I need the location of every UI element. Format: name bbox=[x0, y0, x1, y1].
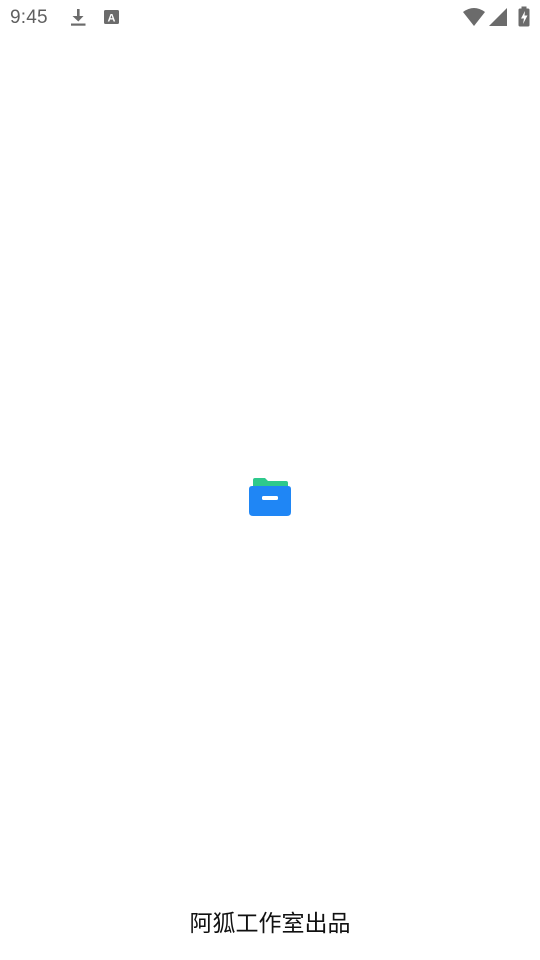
folder-icon bbox=[249, 478, 291, 516]
status-bar: 9:45 A bbox=[0, 0, 540, 36]
status-time: 9:45 bbox=[10, 7, 48, 28]
app-logo bbox=[248, 478, 292, 518]
wifi-icon bbox=[462, 6, 486, 32]
download-icon bbox=[68, 7, 88, 27]
footer-credit: 阿狐工作室出品 bbox=[189, 911, 351, 937]
battery-charging-icon bbox=[517, 6, 531, 32]
keyboard-a-icon: A bbox=[102, 7, 122, 27]
cellular-signal-icon bbox=[488, 6, 508, 32]
svg-text:A: A bbox=[108, 13, 116, 25]
